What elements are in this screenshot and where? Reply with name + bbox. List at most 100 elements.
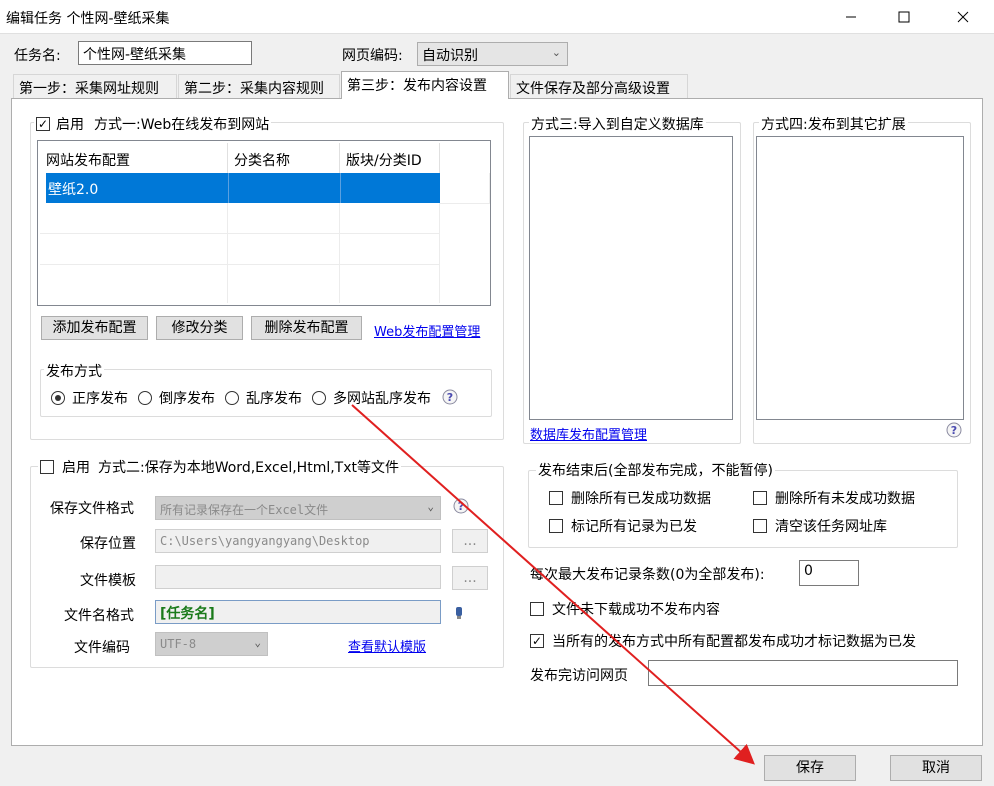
after-publish-option-label[interactable]: 清空该任务网址库 [775,516,887,536]
after-publish-option[interactable]: 删除所有已发成功数据 [549,488,711,508]
filename-format-label: 文件名格式 [64,608,134,624]
method2-enable-checkbox[interactable] [40,460,54,474]
mark-when-all-option[interactable]: ✓ 当所有的发布方式中所有配置都发布成功才标记数据为已发 [530,631,916,651]
max-records-label: 每次最大发布记录条数(0为全部发布): [530,567,765,583]
method2-title: 方式二:保存为本地Word,Excel,Html,Txt等文件 [98,460,400,476]
radio-multi-site-random[interactable] [312,391,326,405]
table-cell-empty [340,234,440,265]
save-location-input[interactable]: C:\Users\yangyangyang\Desktop [155,529,441,553]
window-title: 编辑任务 个性网-壁纸采集 [6,11,170,27]
tab-step1[interactable]: 第一步：采集网址规则 [13,74,177,98]
checkbox[interactable] [549,491,563,505]
tab-step3[interactable]: 第三步：发布内容设置 [341,71,509,99]
save-format-value: 所有记录保存在一个Excel文件 [160,503,329,517]
edit-category-button[interactable]: 修改分类 [156,316,243,340]
method2-enable-label: 启用 [62,460,90,476]
page-encoding-label: 网页编码: [342,48,403,64]
table-cell-empty [228,234,340,265]
file-template-label: 文件模板 [80,573,136,589]
close-icon [957,11,969,23]
table-cell-empty [40,203,228,234]
file-encoding-select[interactable]: UTF-8 ⌄ [155,632,268,656]
save-format-select[interactable]: 所有记录保存在一个Excel文件 ⌄ [155,496,441,520]
tab-step2[interactable]: 第二步：采集内容规则 [178,74,340,98]
svg-text:?: ? [951,424,957,437]
radio-random[interactable] [225,391,239,405]
checkbox[interactable] [549,519,563,533]
filename-format-input[interactable]: [任务名] [155,600,441,624]
visit-url-input[interactable] [648,660,958,686]
after-publish-option-label[interactable]: 标记所有记录为已发 [571,516,697,536]
max-records-input[interactable]: 0 [799,560,859,586]
after-publish-option-label[interactable]: 删除所有已发成功数据 [571,488,711,508]
delete-publish-config-button[interactable]: 删除发布配置 [251,316,362,340]
after-publish-option-label[interactable]: 删除所有未发成功数据 [775,488,915,508]
method4-title: 方式四:发布到其它扩展 [759,114,908,134]
table-row-cell[interactable] [340,173,440,203]
view-default-template-link[interactable]: 查看默认模版 [348,636,426,655]
table-cell-empty [40,265,228,303]
file-encoding-value: UTF-8 [160,637,197,651]
radio-ordered[interactable] [51,391,65,405]
column-header-category-id[interactable]: 版块/分类ID [340,143,440,173]
method2-header: 启用 方式二:保存为本地Word,Excel,Html,Txt等文件 [38,457,402,477]
column-header-category-name[interactable]: 分类名称 [228,143,340,173]
column-header-site-config[interactable]: 网站发布配置 [40,143,228,173]
file-encoding-label: 文件编码 [74,640,130,656]
publish-mode-title: 发布方式 [44,361,104,381]
checkbox[interactable] [753,519,767,533]
checkbox-checked[interactable]: ✓ [530,634,544,648]
minimize-button[interactable] [828,0,874,34]
web-publish-config-manage-link[interactable]: Web发布配置管理 [374,321,480,340]
after-publish-group [528,470,958,548]
task-name-input[interactable]: 个性网-壁纸采集 [78,41,252,65]
no-publish-failed-option[interactable]: 文件未下载成功不发布内容 [530,599,720,619]
close-button[interactable] [940,0,986,34]
help-icon[interactable]: ? [945,422,963,440]
checkbox[interactable] [530,602,544,616]
save-button[interactable]: 保存 [764,755,856,781]
table-cell-empty [40,234,228,265]
file-template-input[interactable] [155,565,441,589]
radio-reverse[interactable] [138,391,152,405]
table-cell-empty [340,203,440,234]
browse-location-button[interactable]: ... [452,529,488,553]
checkbox[interactable] [753,491,767,505]
mark-when-all-label[interactable]: 当所有的发布方式中所有配置都发布成功才标记数据为已发 [552,631,916,651]
after-publish-option[interactable]: 标记所有记录为已发 [549,516,697,536]
table-row-cell[interactable]: 壁纸2.0 [46,173,228,203]
method3-title: 方式三:导入到自定义数据库 [529,114,706,134]
help-icon[interactable]: ? [441,389,459,407]
publish-mode-options: 正序发布 倒序发布 乱序发布 多网站乱序发布 ? [51,388,459,408]
page-encoding-select[interactable]: 自动识别 ⌄ [417,42,568,66]
add-publish-config-button[interactable]: 添加发布配置 [41,316,148,340]
table-cell-empty [440,173,490,204]
minimize-icon [846,16,856,18]
no-publish-failed-label[interactable]: 文件未下载成功不发布内容 [552,599,720,619]
radio-multi-site-random-label[interactable]: 多网站乱序发布 [333,388,431,408]
cancel-button[interactable]: 取消 [890,755,982,781]
radio-reverse-label[interactable]: 倒序发布 [159,388,215,408]
help-icon[interactable]: ? [452,498,470,516]
radio-random-label[interactable]: 乱序发布 [246,388,302,408]
method1-header: ✓ 启用 方式一:Web在线发布到网站 [34,114,272,134]
table-cell-empty [228,203,340,234]
extension-list[interactable] [756,136,964,420]
table-row-cell[interactable] [228,173,340,203]
method1-title: 方式一:Web在线发布到网站 [94,117,270,133]
tab-advanced[interactable]: 文件保存及部分高级设置 [510,74,688,98]
after-publish-title: 发布结束后(全部发布完成，不能暂停) [536,460,775,480]
method1-enable-label: 启用 [56,117,84,133]
custom-db-list[interactable] [529,136,733,420]
after-publish-option[interactable]: 清空该任务网址库 [753,516,887,536]
maximize-button[interactable] [881,0,927,34]
tag-icon[interactable] [454,606,464,620]
visit-url-label: 发布完访问网页 [530,668,628,684]
publish-config-table[interactable]: 网站发布配置 分类名称 版块/分类ID 壁纸2.0 [37,140,491,306]
radio-ordered-label[interactable]: 正序发布 [72,388,128,408]
method1-enable-checkbox[interactable]: ✓ [36,117,50,131]
db-publish-config-manage-link[interactable]: 数据库发布配置管理 [530,424,647,443]
after-publish-option[interactable]: 删除所有未发成功数据 [753,488,915,508]
browse-template-button[interactable]: ... [452,566,488,590]
table-cell-empty [228,265,340,303]
